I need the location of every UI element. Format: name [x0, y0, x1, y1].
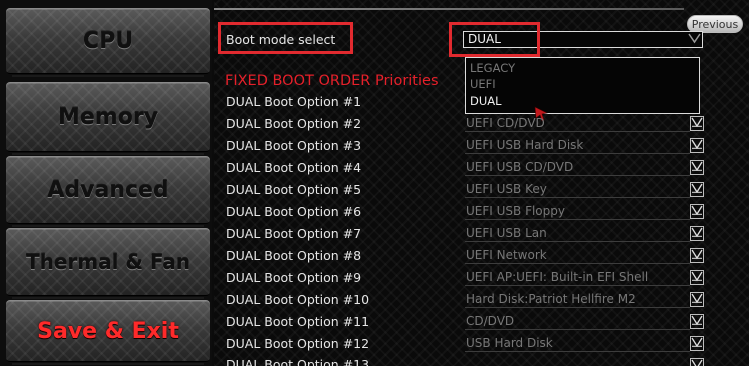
main-panel: Previous Boot mode select DUAL LEGACY UE… — [214, 0, 749, 366]
sidebar-item-thermal-fan[interactable]: Thermal & Fan — [6, 228, 210, 299]
boot-option-value[interactable]: UEFI USB Hard Disk — [466, 138, 583, 152]
boot-option-value[interactable]: UEFI USB Key — [466, 182, 547, 196]
sidebar-item-cpu[interactable]: CPU — [6, 8, 210, 77]
boot-option-underline — [465, 175, 690, 176]
boot-option-value[interactable]: UEFI AP:UEFI: Built-in EFI Shell — [466, 270, 648, 284]
highlight-box-select — [449, 22, 540, 57]
boot-option-label: DUAL Boot Option #4 — [226, 160, 362, 175]
boot-option-label: DUAL Boot Option #3 — [226, 138, 362, 153]
boot-option-value[interactable]: UEFI Network — [466, 248, 547, 262]
boot-option-label: DUAL Boot Option #10 — [226, 292, 370, 307]
chevron-down-icon[interactable] — [690, 160, 704, 175]
chevron-down-icon[interactable] — [690, 314, 704, 329]
chevron-down-icon[interactable] — [690, 292, 704, 307]
chevron-down-icon[interactable] — [690, 270, 704, 285]
boot-option-underline — [465, 153, 690, 154]
dropdown-option-uefi[interactable]: UEFI — [470, 77, 496, 91]
boot-option-label: DUAL Boot Option #11 — [226, 314, 370, 329]
boot-option-value[interactable]: CD/DVD — [466, 314, 514, 328]
chevron-down-icon[interactable] — [690, 182, 704, 197]
chevron-down-icon[interactable] — [690, 138, 704, 153]
boot-option-underline — [465, 285, 690, 286]
sidebar: CPU Memory Advanced Thermal & Fan Save &… — [0, 0, 212, 366]
boot-option-underline — [465, 241, 690, 242]
sidebar-item-advanced[interactable]: Advanced — [6, 156, 210, 227]
boot-option-label: DUAL Boot Option #9 — [226, 270, 362, 285]
boot-option-underline — [465, 131, 690, 132]
boot-option-value[interactable]: UEFI USB CD/DVD — [466, 160, 573, 174]
boot-option-value[interactable]: UEFI USB Floppy — [466, 204, 565, 218]
boot-option-label: DUAL Boot Option #8 — [226, 248, 362, 263]
sidebar-item-label: Save & Exit — [37, 318, 179, 344]
boot-option-label: DUAL Boot Option #6 — [226, 204, 362, 219]
boot-option-label: DUAL Boot Option #5 — [226, 182, 362, 197]
sidebar-item-label: Thermal & Fan — [25, 250, 191, 274]
chevron-down-icon[interactable] — [688, 32, 701, 48]
boot-option-value[interactable]: USB Hard Disk — [466, 336, 553, 350]
boot-option-underline — [465, 307, 690, 308]
boot-option-label: DUAL Boot Option #13 — [226, 357, 370, 366]
highlight-box-label — [218, 22, 353, 54]
boot-option-underline — [465, 263, 690, 264]
chevron-down-icon[interactable] — [690, 336, 704, 351]
sidebar-item-label: Memory — [57, 104, 159, 130]
dropdown-option-dual[interactable]: DUAL — [470, 94, 502, 108]
chevron-down-icon[interactable] — [690, 226, 704, 241]
boot-option-underline — [465, 219, 690, 220]
chevron-down-icon[interactable] — [690, 358, 704, 366]
dropdown-option-legacy[interactable]: LEGACY — [470, 61, 515, 75]
boot-option-underline — [465, 329, 690, 330]
clipped-row: DUAL Boot Option #13 — [214, 351, 749, 366]
boot-option-label: DUAL Boot Option #7 — [226, 226, 362, 241]
boot-option-label: DUAL Boot Option #2 — [226, 116, 362, 131]
boot-option-value[interactable]: UEFI CD/DVD — [466, 116, 545, 130]
sidebar-item-label: CPU — [82, 28, 134, 54]
sidebar-item-memory[interactable]: Memory — [6, 82, 210, 155]
boot-mode-dropdown: LEGACY UEFI DUAL — [465, 57, 700, 114]
boot-option-value[interactable]: UEFI USB Lan — [466, 226, 547, 240]
chevron-down-icon[interactable] — [690, 248, 704, 263]
section-title: FIXED BOOT ORDER Priorities — [225, 73, 439, 89]
header-divider — [214, 8, 684, 10]
sidebar-item-save-exit[interactable]: Save & Exit — [6, 300, 210, 365]
chevron-down-icon[interactable] — [690, 204, 704, 219]
boot-option-underline — [465, 197, 690, 198]
boot-option-value[interactable]: Hard Disk:Patriot Hellfire M2 — [466, 292, 636, 306]
boot-option-label: DUAL Boot Option #1 — [226, 94, 362, 109]
chevron-down-icon[interactable] — [690, 116, 704, 131]
boot-option-label: DUAL Boot Option #12 — [226, 336, 370, 351]
sidebar-item-label: Advanced — [47, 177, 169, 203]
